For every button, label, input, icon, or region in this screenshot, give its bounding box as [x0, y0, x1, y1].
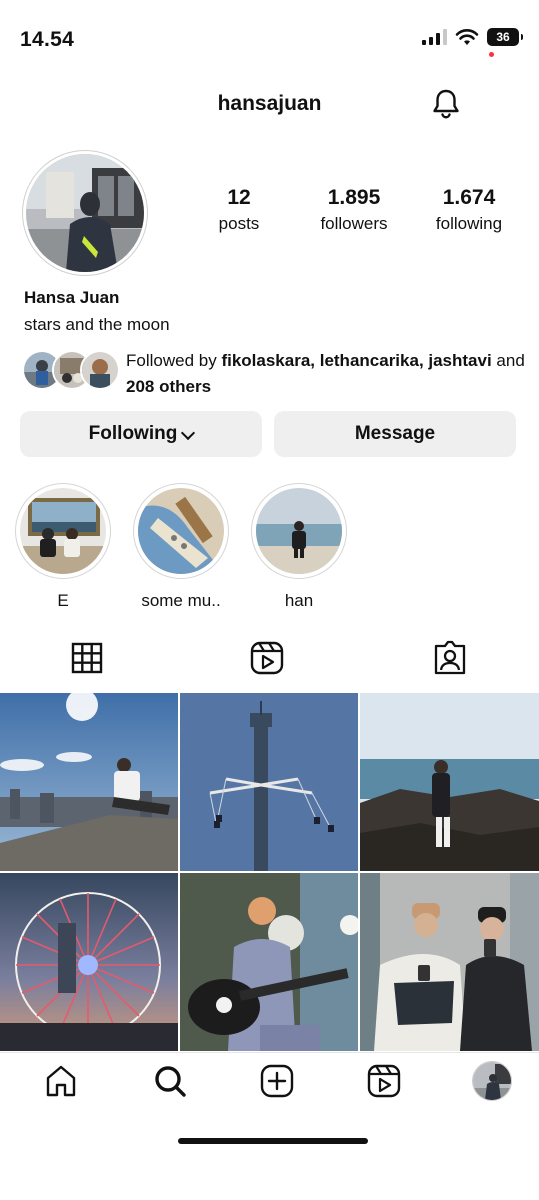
profile-photo	[26, 154, 144, 272]
posts-count: 12 posts	[204, 186, 274, 234]
status-bar: 14.54 36	[0, 0, 539, 80]
story-highlight[interactable]: han	[251, 483, 347, 611]
following-button[interactable]: Following	[20, 411, 262, 457]
highlight-ring	[251, 483, 347, 579]
profile-tabs	[0, 632, 539, 688]
followed-by-prefix: Followed by	[126, 351, 222, 370]
cellular-signal-icon	[422, 29, 447, 45]
following-count[interactable]: 1.674 following	[424, 186, 514, 234]
post-thumbnail[interactable]	[360, 873, 539, 1051]
profile-avatar[interactable]	[472, 1061, 512, 1101]
following-label: following	[435, 214, 503, 233]
highlight-ring	[133, 483, 229, 579]
followers-count[interactable]: 1.895 followers	[308, 186, 400, 234]
wifi-icon	[455, 29, 479, 45]
reels-icon[interactable]	[366, 1063, 402, 1099]
grid-icon[interactable]	[69, 640, 105, 676]
highlight-label: han	[284, 591, 314, 610]
bell-icon[interactable]	[428, 86, 464, 122]
profile-header: hansajuan	[0, 80, 539, 128]
highlight-label: E	[57, 591, 69, 610]
search-icon[interactable]	[152, 1063, 188, 1099]
followed-by-names: fikolaskara, lethancarika, jashtavi	[221, 351, 492, 370]
followers-label: followers	[320, 214, 388, 233]
post-thumbnail[interactable]	[360, 693, 539, 871]
home-indicator[interactable]	[178, 1138, 368, 1144]
post-thumbnail[interactable]	[0, 693, 178, 871]
highlight-cover	[256, 488, 342, 574]
posts-grid	[0, 693, 539, 1051]
status-time: 14.54	[20, 28, 75, 51]
home-icon[interactable]	[43, 1063, 79, 1099]
bottom-nav	[0, 1052, 539, 1200]
post-thumbnail[interactable]	[180, 693, 358, 871]
followed-by-text[interactable]: Followed by fikolaskara, lethancarika, j…	[126, 348, 526, 400]
followed-by-and: and	[491, 351, 525, 370]
post-thumbnail[interactable]	[180, 873, 358, 1051]
following-button-label: Following	[88, 423, 178, 444]
bio-text: stars and the moon	[24, 315, 170, 334]
highlight-cover	[138, 488, 224, 574]
tagged-icon[interactable]	[432, 640, 468, 676]
message-button[interactable]: Message	[274, 411, 516, 457]
battery-icon: 36	[487, 28, 523, 46]
display-name: Hansa Juan	[24, 288, 120, 307]
story-highlight[interactable]: E	[15, 483, 111, 611]
status-icons: 36	[422, 28, 523, 46]
post-thumbnail[interactable]	[0, 873, 178, 1051]
profile-avatar[interactable]	[22, 150, 148, 276]
reels-icon[interactable]	[249, 640, 285, 676]
create-icon[interactable]	[259, 1063, 295, 1099]
chevron-down-icon	[181, 425, 196, 440]
story-highlight[interactable]: some mu..	[133, 483, 229, 611]
message-button-label: Message	[354, 423, 436, 444]
notification-dot	[489, 52, 494, 57]
followed-by-others: 208 others	[126, 377, 212, 396]
mutual-followers-avatars[interactable]	[22, 350, 122, 394]
posts-number: 12	[227, 186, 251, 209]
highlight-label: some mu..	[141, 591, 221, 610]
mutual-avatar	[80, 350, 120, 390]
posts-label: posts	[218, 214, 260, 233]
highlight-cover	[20, 488, 106, 574]
following-number: 1.674	[442, 186, 496, 209]
highlight-ring	[15, 483, 111, 579]
followers-number: 1.895	[327, 186, 381, 209]
